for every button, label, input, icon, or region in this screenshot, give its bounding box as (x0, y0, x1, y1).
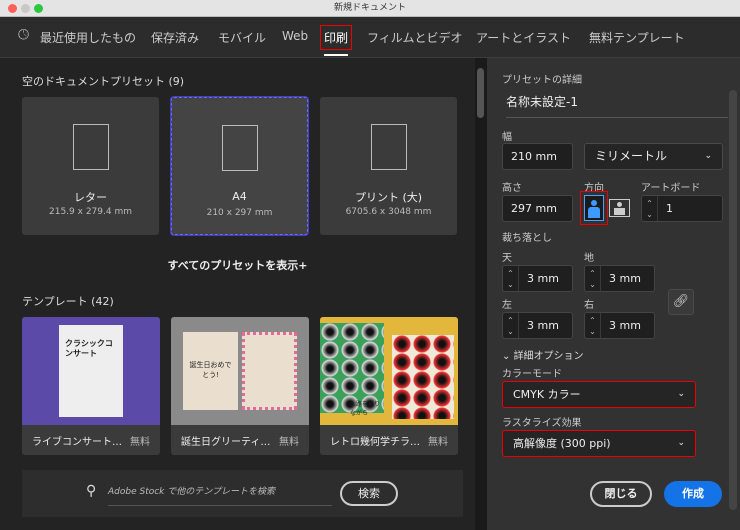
raster-effects-dropdown[interactable]: 高解像度 (300 ppi) ⌄ (502, 430, 696, 457)
preset-card-a4[interactable]: A4 210 x 297 mm (171, 97, 308, 235)
preset-card-print-large[interactable]: プリント (大) 6705.6 x 3048 mm (320, 97, 457, 235)
preset-card-letter[interactable]: レター 215.9 x 279.4 mm (22, 97, 159, 235)
preset-name: レター (74, 191, 107, 204)
tab-recent[interactable]: 最近使用したもの (40, 29, 136, 46)
show-all-presets-link[interactable]: すべてのプリセットを表示+ (0, 257, 475, 273)
raster-effects-label: ラスタライズ効果 (502, 418, 582, 429)
bleed-top-input[interactable]: ⌃ ⌄ 3 mm (502, 265, 573, 292)
clock-icon: 🕓︎ (18, 27, 30, 43)
details-heading: プリセットの詳細 (502, 75, 582, 86)
stepper-icon[interactable]: ⌃ ⌄ (585, 266, 601, 291)
raster-effects-value: 高解像度 (300 ppi) (513, 437, 611, 450)
bleed-left-label: 左 (502, 300, 512, 311)
template-price: 無料 (428, 437, 448, 448)
preset-size: 210 x 297 mm (206, 208, 273, 218)
document-icon (370, 124, 407, 170)
bleed-right-label: 右 (584, 300, 594, 311)
stock-search-input[interactable]: Adobe Stock で他のテンプレートを検索 (108, 484, 332, 506)
document-icon (72, 124, 109, 170)
category-tabs: 🕓︎ 最近使用したもの 保存済み モバイル Web 印刷 フィルムとビデオ アー… (0, 17, 740, 58)
unit-value: ミリメートル (595, 149, 668, 163)
width-label: 幅 (502, 132, 512, 143)
tab-film-video[interactable]: フィルムとビデオ (367, 29, 463, 46)
template-price: 無料 (279, 437, 299, 448)
tab-saved[interactable]: 保存済み (151, 29, 199, 46)
details-scrollbar[interactable] (729, 90, 737, 510)
preset-size: 6705.6 x 3048 mm (345, 207, 432, 217)
tab-web[interactable]: Web (282, 29, 308, 43)
document-name-input[interactable]: 名称未設定-1 (506, 93, 728, 118)
chevron-down-icon: ⌄ (677, 389, 685, 399)
chevron-down-icon: ⌄ (502, 351, 514, 362)
height-label: 高さ (502, 183, 522, 194)
link-bleed-icon[interactable]: 🔗︎ (668, 289, 694, 315)
presets-scrollbar[interactable] (475, 58, 487, 530)
chevron-down-icon: ⌄ (677, 438, 685, 448)
bleed-left-input[interactable]: ⌃ ⌄ 3 mm (502, 312, 573, 339)
template-thumbnail: 誕生日おめでとう! (171, 317, 309, 425)
search-icon: ⚲ (86, 483, 97, 499)
template-card[interactable]: 誕生日おめでとう! 誕生日グリーティ… 無料 (171, 317, 309, 455)
create-button[interactable]: 作成 (664, 481, 722, 507)
preset-size: 215.9 x 279.4 mm (49, 207, 132, 217)
template-name: 誕生日グリーティ… (181, 437, 271, 448)
artboard-label: アートボード (641, 183, 701, 194)
preset-details-panel (487, 58, 740, 530)
bleed-bottom-input[interactable]: ⌃ ⌄ 3 mm (584, 265, 655, 292)
template-card[interactable]: 山路を登りながら レトロ幾何学チラ… 無料 (320, 317, 458, 455)
landscape-button[interactable] (609, 199, 630, 217)
title-bar: 新規ドキュメント (0, 0, 740, 17)
template-thumbnail: 山路を登りながら (320, 317, 458, 425)
stepper-icon[interactable]: ⌃ ⌄ (585, 313, 601, 338)
search-button[interactable]: 検索 (340, 481, 398, 506)
advanced-options-toggle[interactable]: ⌄ 詳細オプション (502, 347, 584, 362)
close-button[interactable]: 閉じる (590, 481, 652, 507)
chevron-down-icon: ⌄ (704, 151, 712, 161)
stepper-icon[interactable]: ⌃ ⌄ (503, 266, 519, 291)
close-window-button[interactable] (8, 4, 17, 13)
stepper-icon[interactable]: ⌃ ⌄ (503, 313, 519, 338)
unit-dropdown[interactable]: ミリメートル ⌄ (584, 143, 723, 170)
stock-search-bar: ⚲ Adobe Stock で他のテンプレートを検索 検索 (22, 470, 463, 517)
tab-free-templates[interactable]: 無料テンプレート (589, 29, 685, 46)
color-mode-label: カラーモード (502, 369, 562, 380)
zoom-window-button[interactable] (34, 4, 43, 13)
preset-name: プリント (大) (354, 191, 423, 204)
template-thumbnail: クラシックコンサート (22, 317, 160, 425)
artboard-count-input[interactable]: ⌃ ⌄ 1 (641, 195, 723, 222)
templates-heading: テンプレート (42) (22, 295, 114, 308)
minimize-window-button[interactable] (21, 4, 30, 13)
bleed-right-input[interactable]: ⌃ ⌄ 3 mm (584, 312, 655, 339)
bleed-top-label: 天 (502, 253, 512, 264)
bleed-label: 裁ち落とし (502, 233, 552, 244)
height-input[interactable]: 297 mm (502, 195, 573, 222)
thumb-text: 誕生日おめでとう! (183, 332, 238, 410)
bleed-bottom-label: 地 (584, 253, 594, 264)
portrait-button[interactable] (584, 195, 604, 221)
template-name: レトロ幾何学チラ… (330, 437, 420, 448)
presets-heading: 空のドキュメントプリセット (9) (22, 75, 185, 88)
thumb-text: クラシックコンサート (59, 325, 123, 417)
color-mode-dropdown[interactable]: CMYK カラー ⌄ (502, 381, 696, 408)
preset-name: A4 (232, 190, 247, 203)
stepper-icon[interactable]: ⌃ ⌄ (642, 196, 658, 221)
color-mode-value: CMYK カラー (513, 388, 581, 401)
template-card[interactable]: クラシックコンサート ライブコンサート… 無料 (22, 317, 160, 455)
document-icon (221, 125, 258, 171)
tab-mobile[interactable]: モバイル (218, 29, 266, 46)
thumb-text: 山路を登りながら (320, 323, 384, 417)
width-input[interactable]: 210 mm (502, 143, 573, 170)
template-name: ライブコンサート… (32, 437, 122, 448)
tab-print[interactable]: 印刷 (319, 25, 353, 56)
window-title: 新規ドキュメント (333, 3, 406, 13)
template-price: 無料 (130, 437, 150, 448)
tab-art-illustration[interactable]: アートとイラスト (476, 29, 571, 46)
